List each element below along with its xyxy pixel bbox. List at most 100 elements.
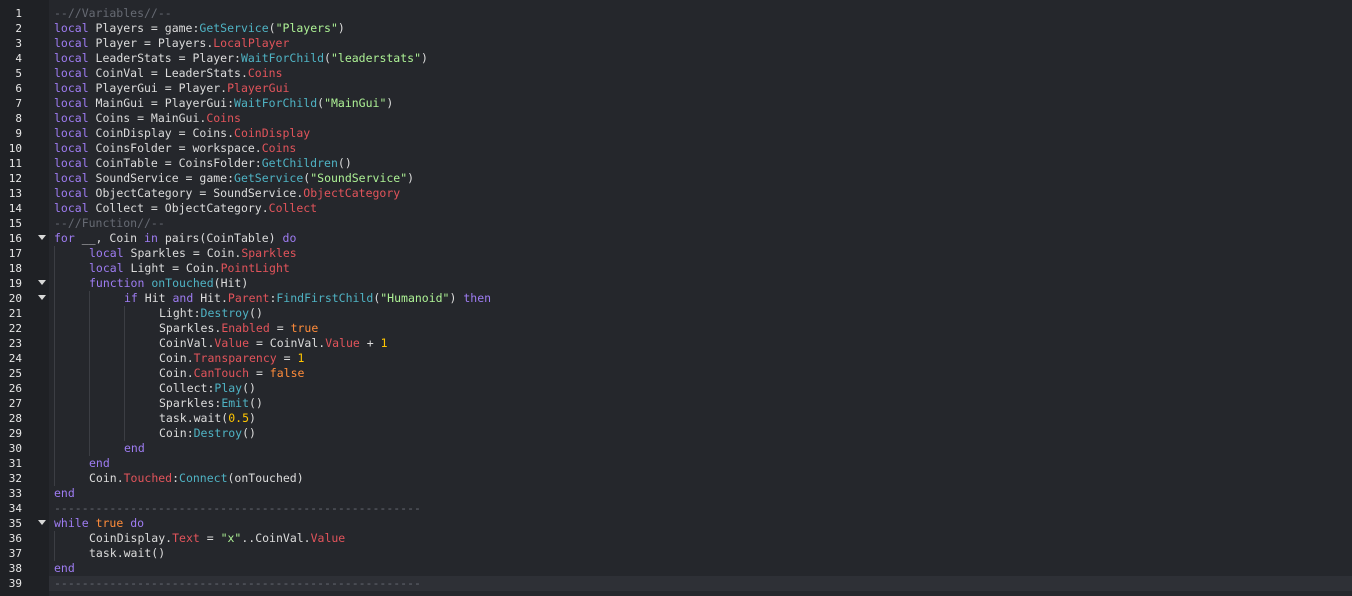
- code-line[interactable]: 30 end: [9, 441, 1352, 456]
- line-number: 35: [8, 517, 22, 530]
- code-line[interactable]: 20 if Hit and Hit.Parent:FindFirstChild("…: [9, 291, 1352, 306]
- line-number: 19: [8, 277, 22, 290]
- indent-guide: [124, 336, 125, 351]
- fold-arrow-icon[interactable]: [38, 235, 46, 240]
- code-line[interactable]: 39 --------------------------------------…: [9, 576, 1352, 591]
- code-text: local MainGui = PlayerGui:WaitForChild("…: [54, 96, 393, 111]
- line-number: 30: [8, 442, 22, 455]
- fold-arrow-icon[interactable]: [38, 295, 46, 300]
- code-line[interactable]: 10 local CoinsFolder = workspace.Coins: [9, 141, 1352, 156]
- code-line[interactable]: 33 end: [9, 486, 1352, 501]
- line-number: 27: [8, 397, 22, 410]
- code-line[interactable]: 18 local Light = Coin.PointLight: [9, 261, 1352, 276]
- code-line[interactable]: 32 Coin.Touched:Connect(onTouched): [9, 471, 1352, 486]
- code-line[interactable]: 35 while true do: [9, 516, 1352, 531]
- code-token: ----------------------------------------…: [54, 576, 421, 590]
- code-line[interactable]: 19 function onTouched(Hit): [9, 276, 1352, 291]
- code-line[interactable]: 26 Collect:Play(): [9, 381, 1352, 396]
- code-token: "x": [220, 531, 242, 545]
- code-text: end: [54, 561, 75, 576]
- code-token: CoinTable = CoinsFolder:: [88, 156, 262, 170]
- indent-guide: [89, 381, 90, 396]
- code-token: Sparkles.: [159, 321, 222, 335]
- code-token: local: [54, 111, 89, 125]
- code-line[interactable]: 12 local SoundService = game:GetService("…: [9, 171, 1352, 186]
- code-token: ): [407, 171, 415, 185]
- code-line[interactable]: 24 Coin.Transparency = 1: [9, 351, 1352, 366]
- code-token: =: [199, 531, 221, 545]
- fold-arrow-icon[interactable]: [38, 280, 46, 285]
- code-line[interactable]: 6 local PlayerGui = Player.PlayerGui: [15, 81, 1352, 96]
- line-number: 8: [15, 112, 22, 125]
- code-text: CoinDisplay.Text = "x"..CoinVal.Value: [89, 531, 345, 546]
- code-line[interactable]: 22 Sparkles.Enabled = true: [9, 321, 1352, 336]
- code-token: local: [54, 21, 89, 35]
- code-token: CoinDisplay: [234, 126, 311, 140]
- indent-guide: [54, 246, 55, 261]
- code-line[interactable]: 5 local CoinVal = LeaderStats.Coins: [15, 66, 1352, 81]
- code-token: Player = Players.: [88, 36, 214, 50]
- line-number: 37: [8, 547, 22, 560]
- code-token: ----------------------------------------…: [54, 501, 421, 515]
- code-line[interactable]: 34 --------------------------------------…: [9, 501, 1352, 516]
- code-token: Sparkles: [241, 246, 297, 260]
- code-line[interactable]: 23 CoinVal.Value = CoinVal.Value + 1: [9, 336, 1352, 351]
- code-token: while: [54, 516, 89, 530]
- code-line[interactable]: 16 for __, Coin in pairs(CoinTable) do: [9, 231, 1352, 246]
- code-line[interactable]: 4 local LeaderStats = Player:WaitForChild…: [15, 51, 1352, 66]
- code-line[interactable]: 1 --//Variables//--: [15, 6, 1352, 21]
- code-line[interactable]: 7 local MainGui = PlayerGui:WaitForChild(…: [15, 96, 1352, 111]
- line-number: 5: [15, 67, 22, 80]
- code-token: Coins = MainGui.: [88, 111, 207, 125]
- code-line[interactable]: 2 local Players = game:GetService("Player…: [15, 21, 1352, 36]
- code-line[interactable]: 8 local Coins = MainGui.Coins: [15, 111, 1352, 126]
- code-line[interactable]: 11 local CoinTable = CoinsFolder:GetChild…: [9, 156, 1352, 171]
- code-token: (): [242, 381, 256, 395]
- line-number: 39: [8, 577, 22, 590]
- code-line[interactable]: 27 Sparkles:Emit(): [9, 396, 1352, 411]
- code-token: FindFirstChild: [276, 291, 374, 305]
- code-text: local LeaderStats = Player:WaitForChild(…: [54, 51, 428, 66]
- script-editor[interactable]: 1 --//Variables//-- 2 local Players = game:…: [0, 0, 1352, 596]
- code-token: Light = Coin.: [123, 261, 221, 275]
- code-line[interactable]: 14 local Collect = ObjectCategory.Collect: [9, 201, 1352, 216]
- code-line[interactable]: 25 Coin.CanTouch = false: [9, 366, 1352, 381]
- indent-guide: [54, 306, 55, 321]
- code-token: end: [124, 441, 145, 455]
- code-line[interactable]: 36 CoinDisplay.Text = "x"..CoinVal.Value: [9, 531, 1352, 546]
- code-line[interactable]: 28 task.wait(0.5): [9, 411, 1352, 426]
- code-text: local CoinDisplay = Coins.CoinDisplay: [54, 126, 310, 141]
- code-token: Coin.: [159, 351, 194, 365]
- indent-guide: [89, 411, 90, 426]
- code-token: (: [324, 51, 331, 65]
- code-text: end: [54, 486, 75, 501]
- code-line[interactable]: 13 local ObjectCategory = SoundService.Ob…: [9, 186, 1352, 201]
- code-token: LeaderStats = Player:: [88, 51, 241, 65]
- code-area[interactable]: 1 --//Variables//-- 2 local Players = game:…: [9, 6, 1352, 591]
- code-text: Collect:Play(): [159, 381, 256, 396]
- code-token: Coins: [206, 111, 241, 125]
- indent-guide: [89, 396, 90, 411]
- indent-guide: [54, 441, 55, 456]
- code-token: ): [337, 21, 345, 35]
- indent-guide: [89, 351, 90, 366]
- code-token: false: [269, 366, 305, 380]
- line-number: 26: [8, 382, 22, 395]
- code-text: CoinVal.Value = CoinVal.Value + 1: [159, 336, 388, 351]
- indent-guide: [124, 366, 125, 381]
- code-token: in: [144, 231, 158, 245]
- code-line[interactable]: 31 end: [9, 456, 1352, 471]
- code-line[interactable]: 38 end: [9, 561, 1352, 576]
- indent-guide: [54, 261, 55, 276]
- code-line[interactable]: 21 Light:Destroy(): [9, 306, 1352, 321]
- code-line[interactable]: 37 task.wait(): [9, 546, 1352, 561]
- code-token: SoundService = game:: [88, 171, 235, 185]
- code-line[interactable]: 29 Coin:Destroy(): [9, 426, 1352, 441]
- code-line[interactable]: 17 local Sparkles = Coin.Sparkles: [9, 246, 1352, 261]
- code-line[interactable]: 3 local Player = Players.LocalPlayer: [15, 36, 1352, 51]
- code-token: Touched: [123, 471, 173, 485]
- code-line[interactable]: 9 local CoinDisplay = Coins.CoinDisplay: [15, 126, 1352, 141]
- code-line[interactable]: 15 --//Function//--: [9, 216, 1352, 231]
- indent-guide: [124, 321, 125, 336]
- fold-arrow-icon[interactable]: [38, 520, 46, 525]
